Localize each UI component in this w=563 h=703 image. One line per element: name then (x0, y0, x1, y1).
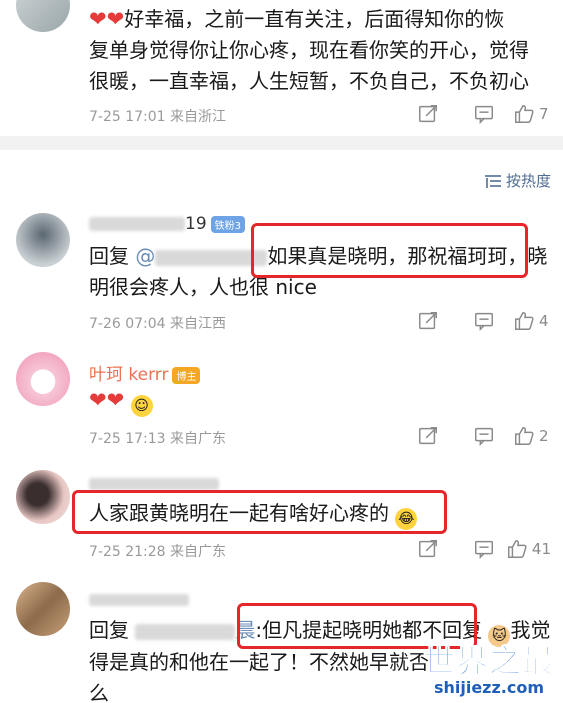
like-button[interactable]: 7 (495, 103, 551, 125)
share-icon (419, 312, 437, 330)
share-icon (419, 540, 437, 558)
comment-meta: 7-25 21:28 来自广东 (89, 544, 227, 560)
username[interactable]: 叶珂 kerrr 博主 (89, 360, 201, 385)
section-divider (0, 136, 563, 150)
share-button[interactable] (383, 103, 439, 125)
comment-icon (475, 540, 493, 560)
thumbs-up-icon (515, 312, 534, 330)
comment-icon (475, 312, 493, 332)
comment-button[interactable] (439, 310, 495, 332)
mention-link[interactable]: @ (135, 244, 268, 268)
like-button[interactable]: 4 (495, 310, 551, 332)
comment-button[interactable] (439, 103, 495, 125)
sort-by-hot-button[interactable]: 按热度 (484, 170, 551, 191)
like-count: 7 (539, 105, 549, 123)
fan-badge: 铁粉3 (210, 215, 246, 233)
like-count: 41 (531, 540, 551, 558)
comment-actions: 4 (383, 310, 551, 332)
username[interactable] (89, 590, 189, 610)
like-count: 2 (539, 427, 549, 445)
sort-icon (484, 174, 501, 188)
highlight-box (251, 223, 528, 278)
thumbs-up-icon (507, 540, 527, 558)
blurred-username (89, 594, 189, 606)
blurred-mention (135, 623, 236, 640)
comment-actions: 41 (383, 538, 551, 560)
watermark-title: 世界之最 (422, 642, 555, 680)
comment-actions: 7 (383, 103, 551, 125)
comment-button[interactable] (439, 425, 495, 447)
host-badge: 博主 (172, 366, 201, 384)
avatar[interactable] (16, 470, 70, 524)
sort-label: 按热度 (505, 172, 551, 190)
avatar[interactable] (16, 352, 70, 406)
comment-meta: 7-25 17:13 来自广东 (89, 431, 227, 447)
like-count: 4 (539, 312, 549, 330)
username[interactable]: 19 铁粉3 (89, 214, 246, 234)
watermark-url: shijiezz.com (433, 678, 545, 697)
thumbs-up-icon (515, 105, 534, 123)
share-icon (419, 427, 437, 445)
share-button[interactable] (383, 425, 439, 447)
highlight-box (72, 490, 447, 534)
share-button[interactable] (383, 310, 439, 332)
share-button[interactable] (383, 538, 439, 560)
blurred-username (89, 478, 219, 490)
heart-emoji: ❤❤ (89, 388, 125, 412)
like-button[interactable]: 2 (495, 425, 551, 447)
thumbs-up-icon (515, 427, 534, 445)
comment-meta: 7-26 07:04 来自江西 (89, 316, 227, 332)
avatar[interactable] (16, 582, 70, 636)
avatar[interactable] (16, 0, 70, 32)
watermark: 世界之最 shijiezz.com (422, 642, 555, 697)
comment-icon (475, 427, 493, 447)
comment-text: ❤❤ ☺ (89, 385, 551, 417)
like-button[interactable]: 41 (495, 538, 551, 560)
comment-meta: 7-25 17:01 来自浙江 (89, 109, 227, 125)
comment-text: ❤❤好幸福，之前一直有关注，后面得知你的恢 复单身觉得你让你心疼，现在看你笑的开… (89, 7, 529, 93)
heart-emoji: ❤❤ (89, 7, 125, 31)
comment-actions: 2 (383, 425, 551, 447)
comment-button[interactable] (439, 538, 495, 560)
share-icon (419, 105, 437, 123)
smile-emoji-icon: ☺ (130, 395, 153, 417)
blurred-username (89, 217, 185, 231)
comment-icon (475, 105, 493, 125)
avatar[interactable] (16, 213, 70, 267)
